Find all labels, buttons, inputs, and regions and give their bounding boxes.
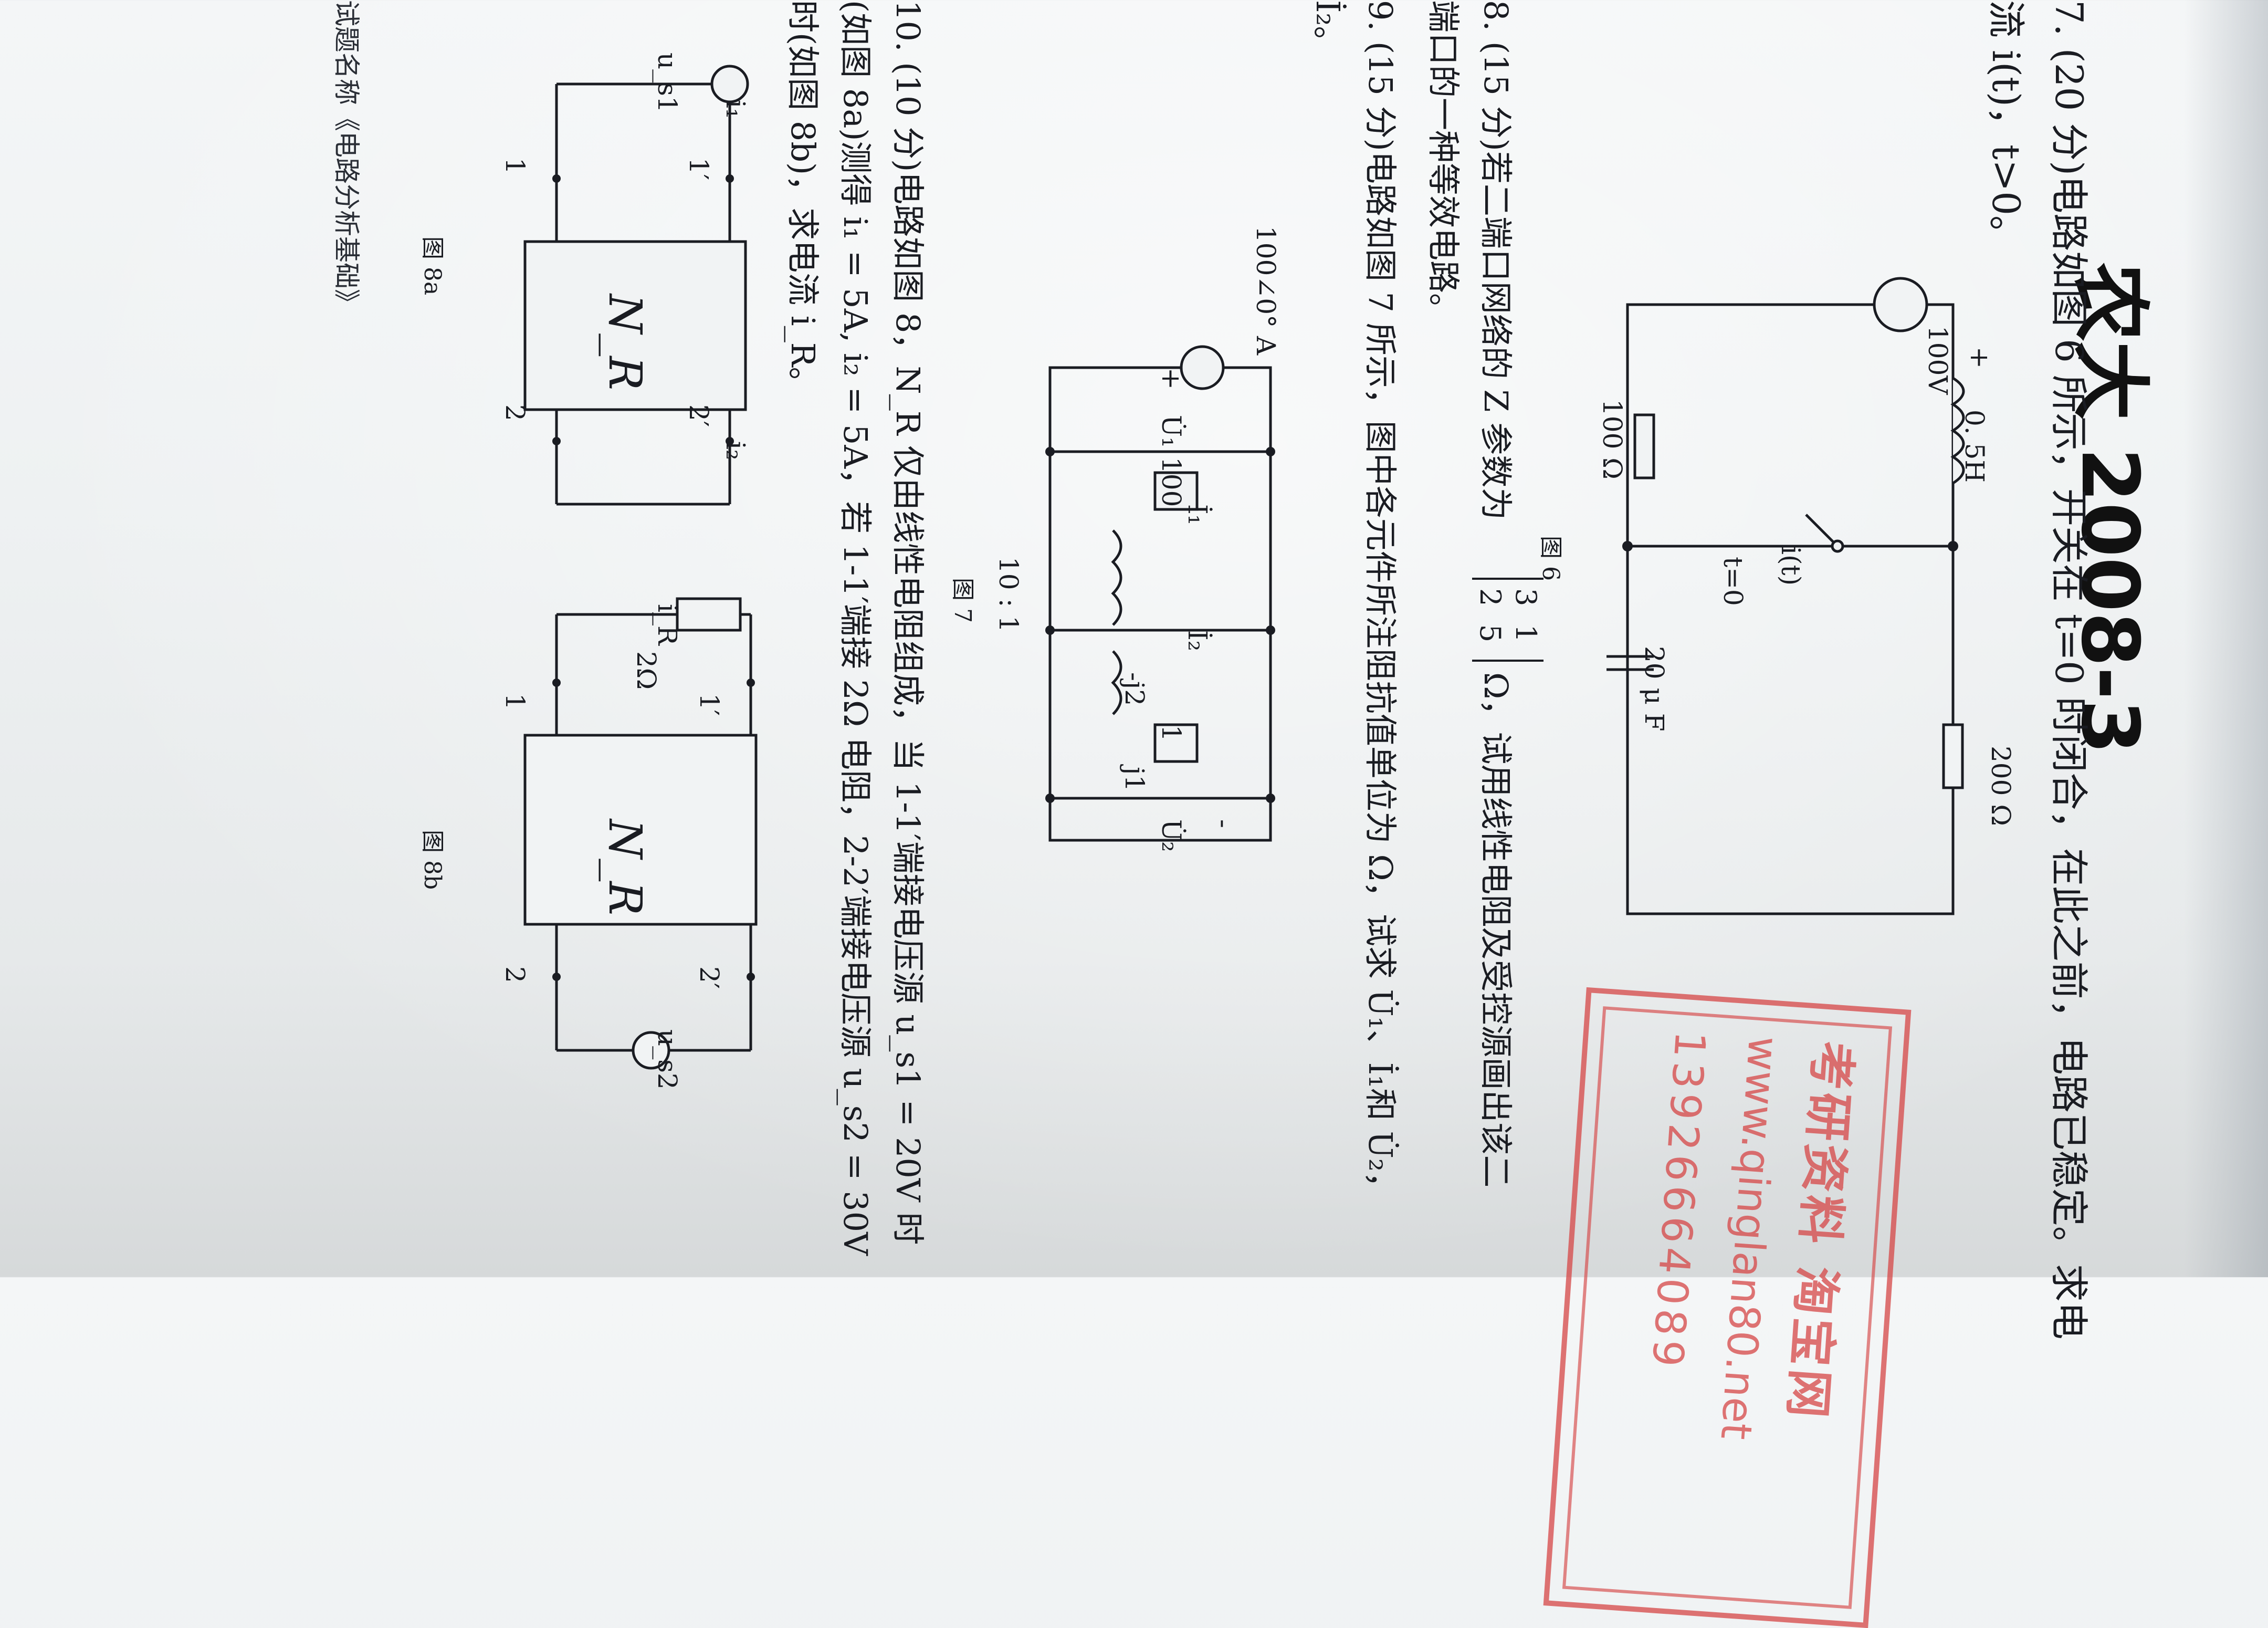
fig8b-port1p: 1′ <box>694 693 724 716</box>
figure-6-circuit <box>1606 277 1965 915</box>
fig8b-us2: u_s2 <box>652 1029 682 1090</box>
problem-7-line-1: 7. (20 分)电路如图 6 所示，开关在 t=0 时闭合，在此之前，电路已稳… <box>2047 0 2091 1340</box>
z22: 5 <box>1474 624 1507 643</box>
fig8a-port1p: 1′ <box>684 158 714 181</box>
fig7-caption: 图 7 <box>949 578 976 623</box>
fig8b-box-label: N_R <box>598 819 651 916</box>
z21: 2 <box>1474 588 1507 607</box>
fig8b-ir: i_R <box>652 604 682 645</box>
fig6-plus: + <box>1965 347 1995 369</box>
fig7-ratio: 10 : 1 <box>993 557 1024 633</box>
fig6-inductor-label: 0. 5H <box>1959 410 1990 483</box>
problem-10-line-3: 时(如图 8b)，求电流 i_R。 <box>784 0 822 400</box>
fig7-j1: j1 <box>1119 767 1150 792</box>
fig7-u2: U̇₂ <box>1156 819 1186 852</box>
fig7-r1: 1 <box>1156 725 1186 742</box>
problem-10-line-1: 10. (10 分)电路如图 8，N_R 仅由线性电阻组成，当 1-1′端接电压… <box>889 0 927 1245</box>
exam-footer: 试题名称《电路分析基础》 <box>331 0 362 315</box>
fig8a-us1: u_s1 <box>652 53 682 113</box>
red-stamp: 考研资料 淘宝网 www.qinglan80.net 13926664089 <box>1543 987 1912 1628</box>
problem-8-line-1b: Ω，试用线性电阻及受控源画出该二 <box>1477 672 1515 1188</box>
fig7-source-label: 100∠0° A <box>1251 226 1281 356</box>
problem-8-line-2: 端口的一种等效电路。 <box>1424 0 1463 326</box>
fig6-caption: 图 6 <box>1537 536 1564 581</box>
fig6-cap-label: 20 μ F <box>1639 646 1670 732</box>
fig8a-port1: 1 <box>500 158 530 174</box>
problem-9-line-2: İ₂。 <box>1309 0 1347 59</box>
fig7-ml: -j2 <box>1119 672 1150 706</box>
fig6-switch-label: t=0 <box>1718 557 1748 606</box>
fig8b-port2p: 2′ <box>694 966 724 989</box>
fig8a-i2: i₂ <box>720 441 751 461</box>
problem-7-line-2: 流 i(t)，t>0。 <box>1984 0 2028 254</box>
fig7-plus: + <box>1156 368 1186 390</box>
z12: 1 <box>1509 624 1542 643</box>
fig6-source-label: 100V <box>1923 326 1953 395</box>
figure-7-circuit <box>1045 345 1275 842</box>
z11: 3 <box>1509 588 1542 607</box>
fig7-i1: İ₁ <box>1182 504 1213 525</box>
fig7-u1: U̇₁ <box>1156 415 1186 448</box>
problem-8-line-1: 8. (15 分)若二端口网络的 Z 参数为 <box>1477 0 1515 520</box>
fig8b-port1: 1 <box>500 693 530 710</box>
fig8b-port2: 2 <box>500 966 530 983</box>
fig8a-port2: 2 <box>500 404 530 421</box>
fig8b-caption: 图 8b <box>419 830 446 890</box>
fig7-r100: 100 <box>1156 457 1186 507</box>
fig8a-box-label: N_R <box>598 294 651 391</box>
fig8a-i1: i₁ <box>720 100 751 119</box>
fig8a-caption: 图 8a <box>419 236 446 296</box>
fig7-i2: İ₂ <box>1182 630 1213 651</box>
problem-10-line-2: (如图 8a)测得 i₁ = 5A, i₂ = 5A，若 1-1′端接 2Ω 电… <box>836 0 875 1256</box>
fig8a-port2p: 2′ <box>684 404 714 427</box>
fig6-current-label: i(t) <box>1776 546 1806 586</box>
z-matrix: 3 1 2 5 <box>1472 578 1544 662</box>
exam-page: 农大 2008-3 7. (20 分)电路如图 6 所示，开关在 t=0 时闭合… <box>84 0 2236 1628</box>
fig6-r1-label: 100 Ω <box>1597 399 1628 479</box>
fig8b-resistor: 2Ω <box>631 651 662 690</box>
figure-8a-circuit <box>523 65 749 506</box>
fig6-r2-label: 200 Ω <box>1986 746 2016 826</box>
problem-9-line-1: 9. (15 分)电路如图 7 所示，图中各元件所注阻抗值单位为 Ω，试求 U̇… <box>1361 0 1400 1204</box>
fig7-minus: - <box>1209 819 1239 828</box>
